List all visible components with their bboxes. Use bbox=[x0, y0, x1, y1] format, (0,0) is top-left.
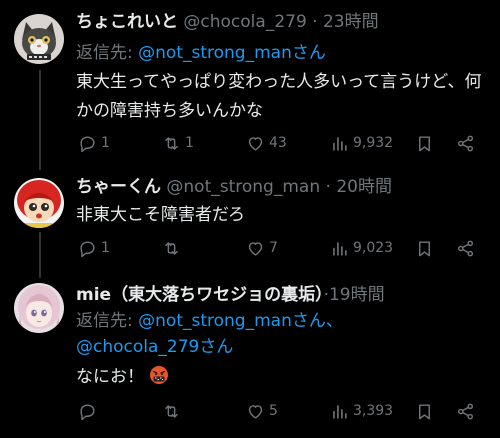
share-icon bbox=[457, 135, 474, 151]
like-count: 7 bbox=[269, 240, 278, 256]
reply-icon bbox=[80, 135, 95, 152]
like-icon bbox=[248, 241, 263, 256]
like-icon bbox=[248, 136, 263, 151]
share-button[interactable] bbox=[456, 400, 475, 422]
views-count: 3,393 bbox=[353, 403, 394, 419]
retweet-icon bbox=[165, 136, 178, 150]
tweet-text-content: なにお！ bbox=[76, 367, 144, 387]
tweet-header: ちゃーくん @not_strong_man · 20時間 bbox=[76, 176, 392, 198]
timestamp[interactable]: 20時間 bbox=[336, 177, 392, 197]
action-bar: 5 3,393 bbox=[76, 400, 486, 422]
avatar[interactable] bbox=[14, 283, 64, 333]
like-count: 5 bbox=[269, 403, 278, 419]
cat-avatar-image bbox=[14, 14, 64, 64]
tweet-header: ちょこれいと @chocola_279 · 23時間 bbox=[76, 11, 379, 33]
like-button[interactable]: 43 bbox=[246, 132, 287, 154]
reply-icon bbox=[80, 240, 95, 257]
reply-count: 1 bbox=[101, 135, 110, 151]
bookmark-button[interactable] bbox=[415, 400, 434, 422]
bookmark-button[interactable] bbox=[415, 132, 434, 154]
reply-to-prefix: 返信先: bbox=[76, 43, 139, 63]
action-bar: 1 7 9,023 bbox=[76, 237, 486, 259]
tweet-text: 非東大こそ障害者だろ bbox=[76, 205, 245, 225]
avatar[interactable] bbox=[14, 14, 64, 64]
action-bar: 1 1 43 9,932 bbox=[76, 132, 486, 154]
views-count: 9,932 bbox=[353, 135, 394, 151]
views-icon bbox=[333, 404, 347, 419]
tweet-text: 東大生ってやっぱり変わった人多いって言うけど、何かの障害持ち多いんかな bbox=[76, 72, 482, 121]
reply-to-mention[interactable]: @not_strong_manさん bbox=[138, 43, 326, 63]
reply-count: 1 bbox=[101, 240, 110, 256]
views-icon bbox=[333, 136, 347, 151]
tweet[interactable]: ちょこれいと @chocola_279 · 23時間 返信先: @not_str… bbox=[0, 0, 500, 170]
display-name[interactable]: mie（東大落ちワセジョの裏垢） bbox=[76, 285, 324, 305]
retweet-button[interactable]: 1 bbox=[162, 132, 194, 154]
reply-to-line: 返信先: @not_strong_manさん bbox=[76, 41, 326, 65]
views-button[interactable]: 9,023 bbox=[330, 237, 393, 259]
retweet-icon bbox=[165, 241, 178, 255]
display-name[interactable]: ちょこれいと bbox=[76, 12, 178, 32]
retweet-button[interactable] bbox=[162, 400, 185, 422]
tweet[interactable]: mie（東大落ちワセジョの裏垢）·19時間 返信先: @not_strong_m… bbox=[0, 280, 500, 438]
user-handle[interactable]: @chocola_279 bbox=[183, 12, 306, 32]
share-icon bbox=[457, 240, 474, 256]
anime-girl-avatar-image bbox=[14, 283, 64, 333]
bookmark-icon bbox=[419, 240, 430, 256]
avatar[interactable] bbox=[14, 178, 64, 228]
separator-dot: · bbox=[312, 12, 318, 32]
reply-button[interactable]: 1 bbox=[78, 132, 110, 154]
share-icon bbox=[457, 403, 474, 419]
like-button[interactable]: 5 bbox=[246, 400, 278, 422]
reply-to-line: 返信先: @not_strong_manさん、 @chocola_279さん bbox=[76, 308, 343, 360]
timestamp[interactable]: 19時間 bbox=[329, 285, 385, 305]
like-count: 43 bbox=[269, 135, 287, 151]
retweet-icon bbox=[165, 404, 178, 418]
retweet-count: 1 bbox=[185, 135, 194, 151]
tweet-text: なにお！ bbox=[76, 363, 486, 392]
bookmark-icon bbox=[419, 403, 430, 419]
retweet-button[interactable] bbox=[162, 237, 185, 259]
reply-to-mention[interactable]: @not_strong_manさん、 bbox=[138, 311, 343, 331]
separator-dot: · bbox=[325, 177, 331, 197]
views-count: 9,023 bbox=[353, 240, 394, 256]
red-hood-character-avatar-image bbox=[14, 178, 64, 228]
tweet[interactable]: ちゃーくん @not_strong_man · 20時間 非東大こそ障害者だろ … bbox=[0, 170, 500, 280]
share-button[interactable] bbox=[456, 132, 475, 154]
bookmark-button[interactable] bbox=[415, 237, 434, 259]
timestamp[interactable]: 23時間 bbox=[323, 12, 379, 32]
tweet-header: mie（東大落ちワセジョの裏垢）·19時間 bbox=[76, 284, 385, 306]
user-handle[interactable]: @not_strong_man bbox=[166, 177, 320, 197]
reply-button[interactable]: 1 bbox=[78, 237, 110, 259]
like-icon bbox=[248, 404, 263, 419]
like-button[interactable]: 7 bbox=[246, 237, 278, 259]
reply-icon bbox=[80, 403, 95, 420]
views-button[interactable]: 3,393 bbox=[330, 400, 393, 422]
cursing-face-emoji bbox=[150, 366, 169, 384]
share-button[interactable] bbox=[456, 237, 475, 259]
reply-to-prefix: 返信先: bbox=[76, 311, 139, 331]
reply-button[interactable] bbox=[78, 400, 101, 422]
reply-to-mention[interactable]: @chocola_279さん bbox=[76, 337, 233, 357]
bookmark-icon bbox=[419, 135, 430, 151]
views-icon bbox=[333, 241, 347, 256]
display-name[interactable]: ちゃーくん bbox=[76, 177, 161, 197]
views-button[interactable]: 9,932 bbox=[330, 132, 393, 154]
